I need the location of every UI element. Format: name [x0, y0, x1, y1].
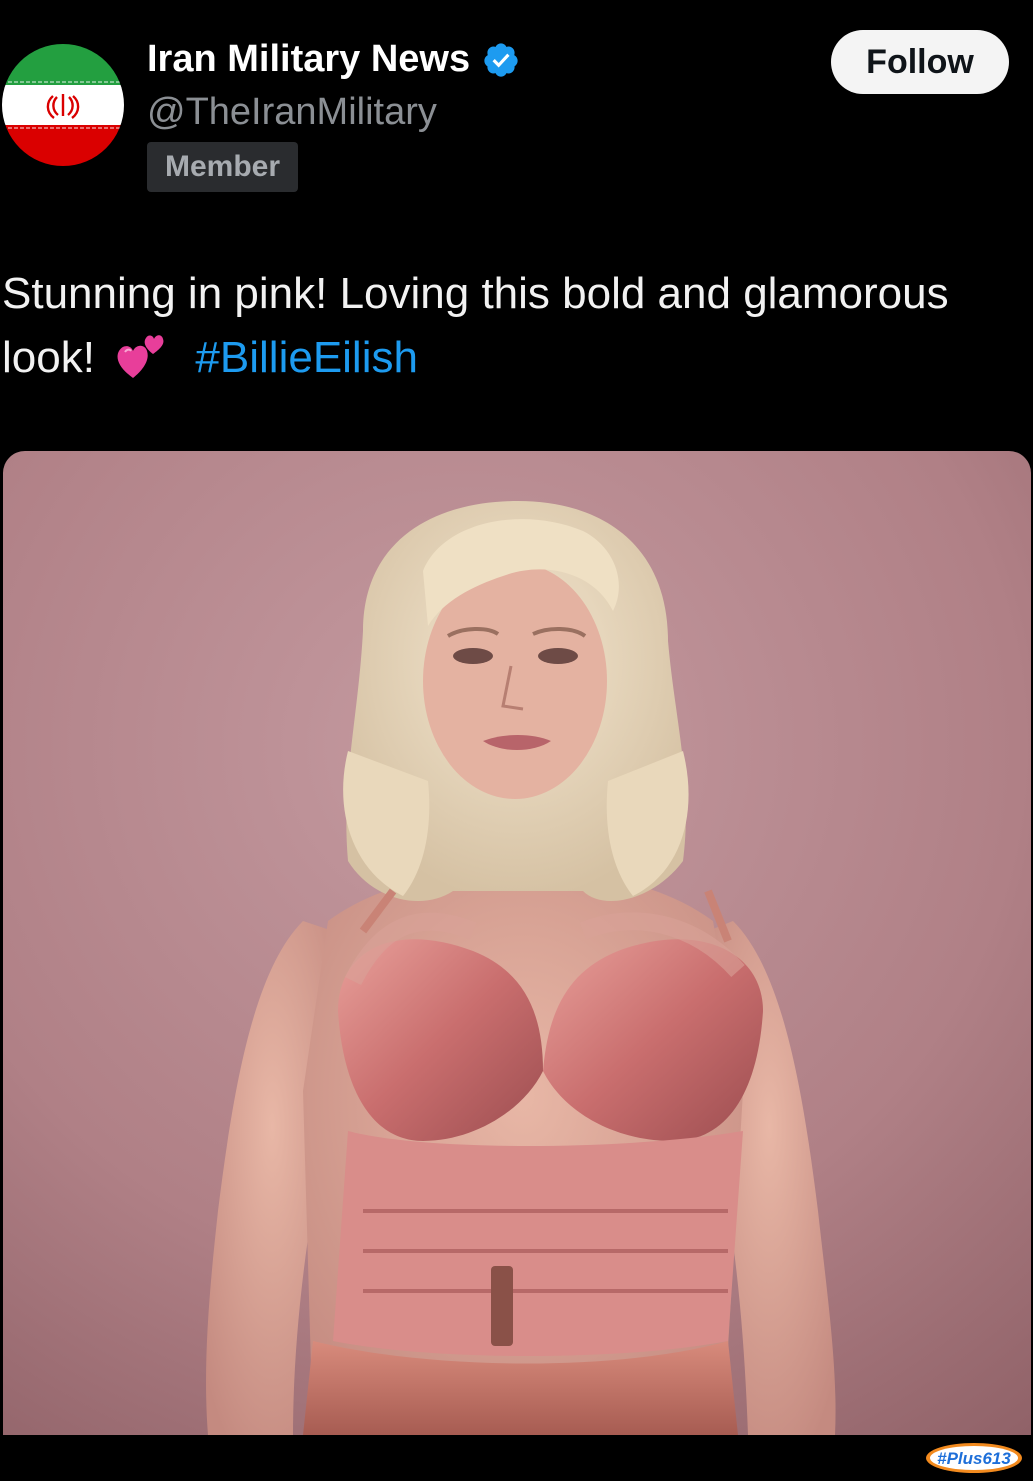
member-badge: Member [147, 142, 299, 192]
post-photo[interactable] [3, 451, 1031, 1435]
post-header: Iran Military News @TheIranMilitary Memb… [0, 0, 1033, 220]
avatar[interactable] [2, 44, 124, 166]
iran-flag-icon [2, 44, 124, 166]
watermark-logo: #Plus613 [924, 1440, 1024, 1476]
hashtag-link[interactable]: #BillieEilish [195, 333, 418, 382]
verified-badge-icon [482, 41, 520, 79]
photo-image [3, 451, 1031, 1435]
tweet-text: Stunning in pink! Loving this bold and g… [2, 262, 1027, 390]
svg-text:#Plus613: #Plus613 [937, 1449, 1011, 1468]
display-name-text: Iran Military News [147, 38, 471, 80]
user-handle[interactable]: @TheIranMilitary [147, 91, 437, 134]
follow-button[interactable]: Follow [831, 30, 1009, 94]
two-hearts-emoji [115, 332, 167, 380]
display-name[interactable]: Iran Military News [147, 38, 520, 81]
